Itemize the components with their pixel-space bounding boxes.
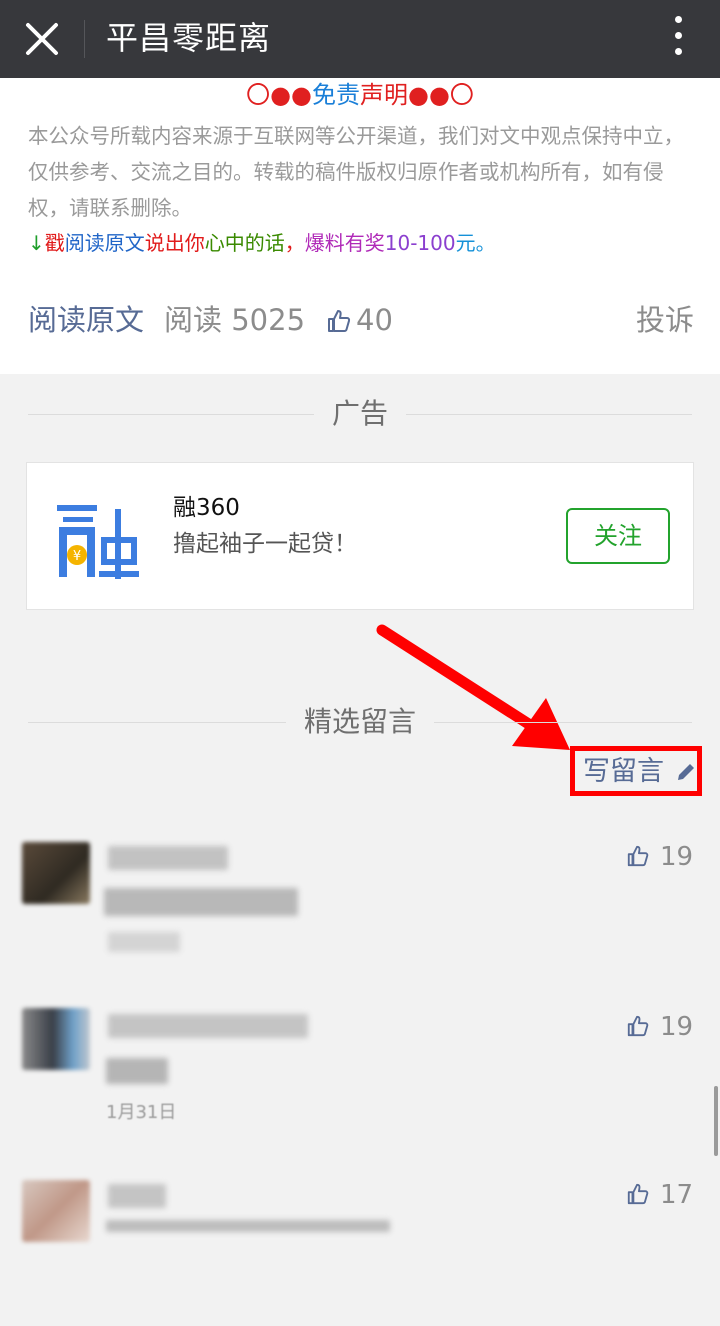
comment-text bbox=[104, 888, 298, 916]
ad-section-header: 广告 bbox=[28, 394, 692, 434]
write-comment-label: 写留言 bbox=[583, 756, 664, 787]
comment-like-count: 17 bbox=[660, 1180, 694, 1210]
page-title: 平昌零距离 bbox=[106, 19, 272, 57]
ad-name: 融360 bbox=[173, 495, 240, 521]
follow-button[interactable]: 关注 bbox=[566, 508, 670, 564]
report-link[interactable]: 投诉 bbox=[636, 298, 694, 342]
comment-author bbox=[108, 1184, 166, 1208]
comment-like-button[interactable]: 19 bbox=[626, 840, 693, 874]
comment-item: 17 bbox=[0, 1176, 720, 1326]
thumbs-up-icon bbox=[627, 1015, 649, 1037]
comment-text bbox=[106, 1058, 168, 1084]
top-bar: 平昌零距离 bbox=[0, 0, 720, 78]
close-icon[interactable] bbox=[22, 19, 62, 59]
comment-author bbox=[108, 846, 228, 870]
avatar bbox=[22, 1180, 90, 1242]
thumbs-up-icon bbox=[627, 1183, 649, 1205]
comment-like-button[interactable]: 17 bbox=[626, 1178, 693, 1212]
more-options-icon[interactable] bbox=[670, 16, 686, 62]
disclaimer-title: 〇●●免责声明●●〇 bbox=[246, 81, 474, 109]
article-footer: 〇●●免责声明●●〇 本公众号所载内容来源于互联网等公开渠道，我们对文中观点保持… bbox=[0, 78, 720, 374]
disclaimer-text: 本公众号所载内容来源于互联网等公开渠道，我们对文中观点保持中立，仅供参考、交流之… bbox=[28, 124, 684, 220]
comment-like-count: 19 bbox=[660, 1012, 694, 1042]
ad-description: 撸起袖子一起贷！ bbox=[173, 531, 357, 557]
comments-section-label: 精选留言 bbox=[285, 705, 434, 738]
read-original-prompt: ↓戳阅读原文说出你心中的话，爆料有奖10-100元。 bbox=[28, 231, 496, 255]
read-count: 阅读 5025 bbox=[164, 303, 306, 337]
avatar bbox=[22, 842, 90, 904]
svg-text:¥: ¥ bbox=[73, 549, 81, 564]
write-comment-button[interactable]: 写留言 bbox=[570, 746, 702, 796]
ad-section-label: 广告 bbox=[313, 397, 406, 430]
read-original-link[interactable]: 阅读原文 bbox=[28, 298, 144, 342]
comment-like-button[interactable]: 19 bbox=[626, 1010, 693, 1044]
divider bbox=[84, 20, 85, 58]
comments-section-header: 精选留言 bbox=[28, 702, 692, 742]
comment-text bbox=[106, 1220, 390, 1232]
comment-date: 1月31日 bbox=[106, 1102, 177, 1123]
ad-logo: ¥ bbox=[57, 499, 139, 581]
like-button[interactable]: 40 bbox=[326, 298, 393, 342]
pencil-icon bbox=[678, 764, 694, 780]
comment-like-count: 19 bbox=[660, 842, 694, 872]
comment-item: 19 bbox=[0, 836, 720, 986]
ad-card[interactable]: ¥ 融360 撸起袖子一起贷！ 关注 bbox=[26, 462, 694, 610]
comment-author bbox=[108, 1014, 308, 1038]
like-count: 40 bbox=[356, 303, 393, 337]
avatar bbox=[22, 1008, 90, 1070]
comment-item: 1月31日 19 bbox=[0, 1006, 720, 1156]
thumbs-up-icon bbox=[328, 310, 351, 332]
scrollbar[interactable] bbox=[714, 1086, 718, 1156]
thumbs-up-icon bbox=[627, 845, 649, 867]
comment-date bbox=[108, 932, 180, 952]
